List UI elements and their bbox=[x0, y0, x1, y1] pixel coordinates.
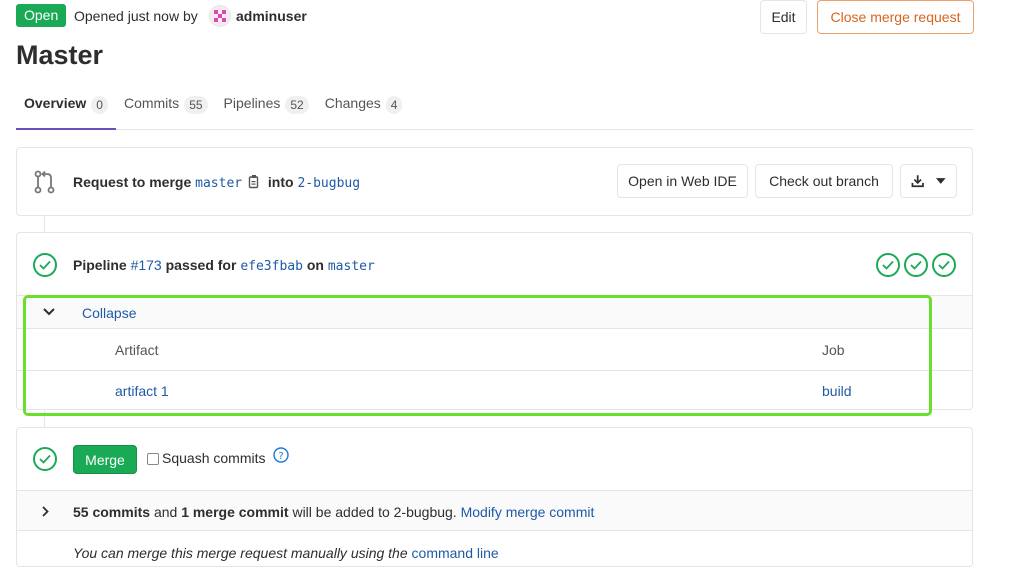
download-dropdown-button[interactable] bbox=[900, 164, 957, 198]
close-merge-request-button[interactable]: Close merge request bbox=[817, 0, 974, 34]
tab-label: Overview bbox=[24, 95, 87, 111]
author-link[interactable]: adminuser bbox=[236, 8, 307, 24]
avatar[interactable] bbox=[209, 5, 231, 27]
check-icon bbox=[938, 260, 950, 270]
check-out-branch-button[interactable]: Check out branch bbox=[755, 164, 893, 198]
merge-commit-count: 1 merge commit bbox=[181, 504, 289, 520]
stage-status-icon[interactable] bbox=[932, 253, 956, 277]
modify-merge-commit-link[interactable]: Modify merge commit bbox=[461, 504, 595, 520]
manual-merge-text: You can merge this merge request manuall… bbox=[73, 545, 499, 561]
copy-icon[interactable] bbox=[248, 174, 262, 189]
check-icon bbox=[39, 260, 51, 270]
target-branch-link[interactable]: 2-bugbug bbox=[297, 176, 360, 191]
commits-summary-row: 55 commits and 1 merge commit will be ad… bbox=[17, 490, 972, 531]
tab-count: 4 bbox=[385, 96, 403, 114]
chevron-right-icon[interactable] bbox=[42, 506, 49, 517]
merge-branches-line: Request to merge master into 2-bugbug bbox=[73, 174, 360, 191]
highlight-annotation bbox=[23, 295, 932, 416]
stage-status-icon[interactable] bbox=[904, 253, 928, 277]
svg-text:?: ? bbox=[278, 451, 283, 462]
tab-label: Changes bbox=[324, 95, 381, 111]
tab-pipelines[interactable]: Pipelines 52 bbox=[216, 92, 317, 130]
edit-button[interactable]: Edit bbox=[760, 0, 807, 34]
tab-count: 0 bbox=[91, 96, 108, 114]
merge-button[interactable]: Merge bbox=[73, 445, 137, 474]
stage-status-icon[interactable] bbox=[876, 253, 900, 277]
commit-sha-link[interactable]: efe3fbab bbox=[240, 259, 303, 274]
will-be-added-text: will be added to 2-bugbug. bbox=[292, 504, 457, 520]
pipeline-label: Pipeline bbox=[73, 257, 127, 273]
tab-count: 52 bbox=[285, 96, 309, 114]
check-icon bbox=[910, 260, 922, 270]
merge-request-icon bbox=[34, 170, 55, 194]
opened-text: Opened just now by bbox=[74, 8, 198, 24]
pipeline-branch-link[interactable]: master bbox=[328, 259, 375, 274]
download-icon bbox=[911, 175, 924, 188]
tab-label: Pipelines bbox=[223, 95, 281, 111]
tab-overview[interactable]: Overview 0 bbox=[16, 92, 116, 130]
into-label: into bbox=[267, 174, 294, 190]
commits-count: 55 commits bbox=[73, 504, 151, 520]
tab-count: 55 bbox=[184, 96, 208, 114]
merge-widget-panel: Merge Squash commits ? 55 commits and 1 … bbox=[16, 427, 973, 567]
on-label: on bbox=[306, 257, 324, 273]
status-badge: Open bbox=[16, 4, 67, 27]
caret-down-icon bbox=[936, 178, 946, 184]
and-label: and bbox=[153, 504, 178, 520]
source-branch-link[interactable]: master bbox=[195, 176, 242, 191]
help-icon[interactable]: ? bbox=[273, 447, 289, 463]
command-line-link[interactable]: command line bbox=[412, 545, 499, 561]
timeline-connector bbox=[44, 216, 45, 232]
squash-commits-label[interactable]: Squash commits bbox=[162, 450, 265, 466]
open-web-ide-button[interactable]: Open in Web IDE bbox=[617, 164, 748, 198]
pipeline-id-link[interactable]: #173 bbox=[131, 257, 162, 273]
pipeline-status-icon[interactable] bbox=[33, 253, 57, 277]
pipeline-status-line: Pipeline #173 passed for efe3fbab on mas… bbox=[73, 257, 375, 274]
tab-commits[interactable]: Commits 55 bbox=[116, 92, 216, 130]
passed-for-label: passed for bbox=[165, 257, 237, 273]
squash-commits-checkbox[interactable] bbox=[147, 453, 159, 465]
tab-changes[interactable]: Changes 4 bbox=[317, 92, 411, 130]
manual-merge-label: You can merge this merge request manuall… bbox=[73, 545, 408, 561]
request-to-merge-label: Request to merge bbox=[73, 174, 192, 190]
tab-label: Commits bbox=[123, 95, 180, 111]
check-icon bbox=[39, 454, 51, 464]
check-icon bbox=[882, 260, 894, 270]
tabs-bar: Overview 0 Commits 55 Pipelines 52 Chang… bbox=[16, 92, 974, 130]
identicon-icon bbox=[214, 10, 226, 22]
merge-request-info-panel: Request to merge master into 2-bugbug Op… bbox=[16, 147, 973, 216]
merge-ready-icon bbox=[33, 447, 57, 471]
commits-summary-text: 55 commits and 1 merge commit will be ad… bbox=[73, 504, 594, 520]
page-title: Master bbox=[16, 40, 104, 70]
